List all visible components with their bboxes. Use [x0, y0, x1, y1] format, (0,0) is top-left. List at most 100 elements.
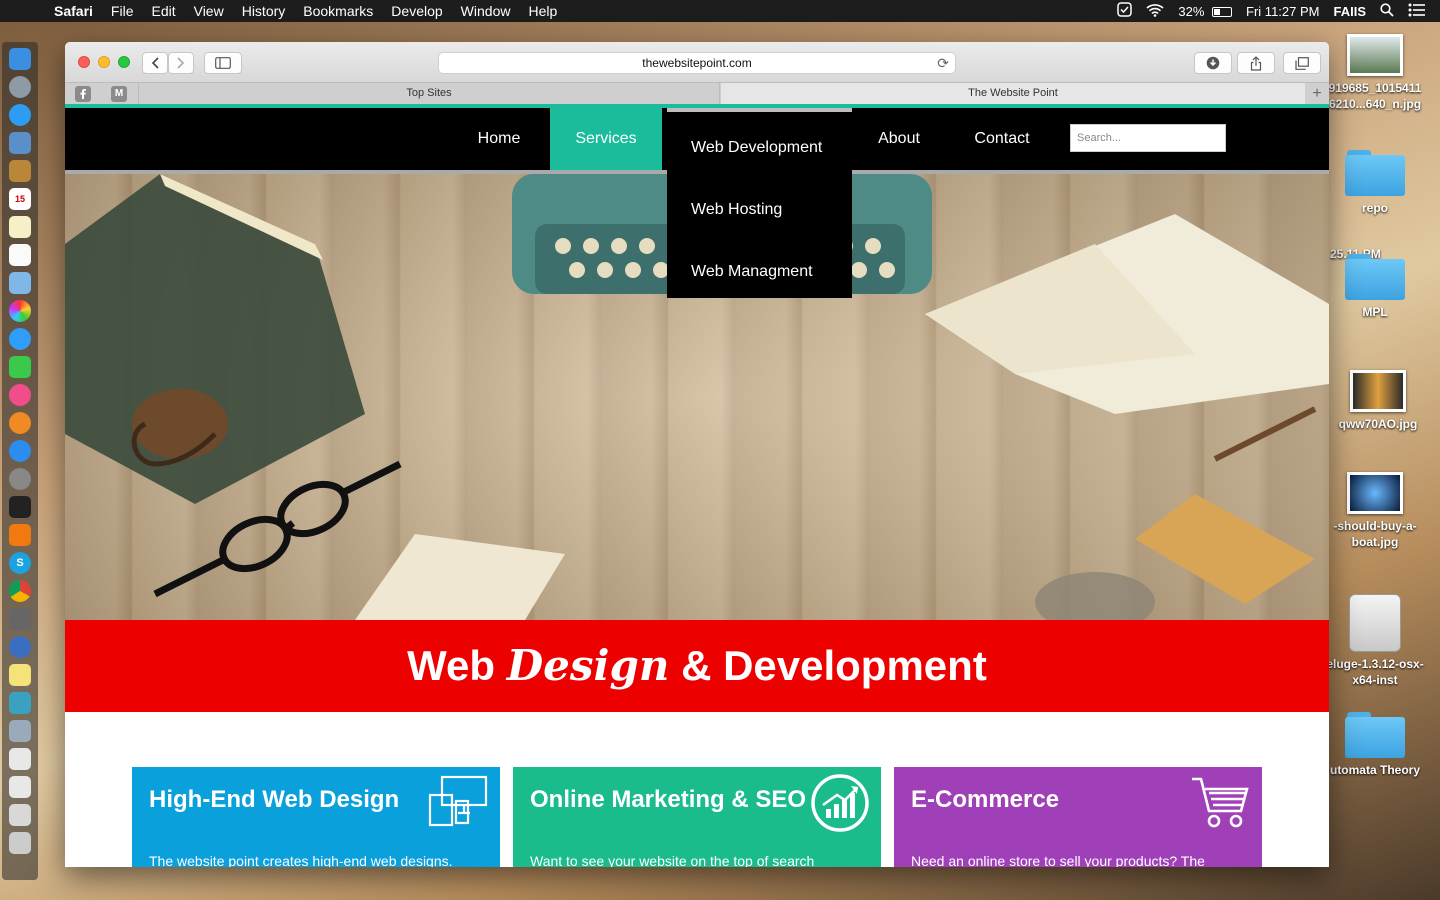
zoom-window-button[interactable]: [118, 56, 130, 68]
service-card-ecommerce[interactable]: E-Commerce Need an online store to sell …: [894, 767, 1262, 867]
desktop-item-label: MPL: [1362, 305, 1388, 319]
menu-user[interactable]: FAIIS: [1333, 4, 1366, 19]
dropdown-web-development[interactable]: Web Development: [691, 139, 822, 157]
menu-bookmarks[interactable]: Bookmarks: [294, 3, 382, 19]
stickies-icon[interactable]: [9, 664, 31, 686]
desktop-item-label: utomata Theory: [1329, 763, 1420, 777]
desktop-item-image-2[interactable]: qww70AO.jpg: [1323, 370, 1433, 432]
menu-help[interactable]: Help: [519, 3, 566, 19]
network-app-icon[interactable]: [9, 692, 31, 714]
downloads-button[interactable]: [1194, 52, 1232, 74]
forward-button[interactable]: [168, 52, 194, 74]
menu-history[interactable]: History: [233, 3, 295, 19]
terminal-icon[interactable]: [9, 496, 31, 518]
tab-top-sites[interactable]: Top Sites: [138, 83, 720, 104]
show-tabs-button[interactable]: [1283, 52, 1321, 74]
water-drop-app-icon[interactable]: [9, 636, 31, 658]
menu-view[interactable]: View: [185, 3, 233, 19]
menu-file[interactable]: File: [102, 3, 143, 19]
folder-icon: [1345, 150, 1405, 196]
tab-label: The Website Point: [968, 87, 1058, 99]
menu-develop[interactable]: Develop: [382, 3, 451, 19]
new-tab-button[interactable]: +: [1305, 83, 1329, 104]
sidebar-icon: [215, 57, 231, 69]
chevron-right-icon: [177, 57, 185, 69]
preview-icon[interactable]: [9, 132, 31, 154]
menu-window[interactable]: Window: [452, 3, 520, 19]
battery-status[interactable]: 32%: [1178, 4, 1233, 19]
desktop-item-label: repo: [1361, 201, 1388, 215]
image-thumbnail: [1347, 34, 1403, 76]
card-description: Want to see your website on the top of s…: [530, 853, 815, 867]
safari-icon[interactable]: [9, 104, 31, 126]
menu-clock[interactable]: Fri 11:27 PM: [1246, 4, 1319, 19]
url-text: thewebsitepoint.com: [642, 56, 752, 70]
nav-about[interactable]: About: [855, 108, 943, 170]
service-card-marketing-seo[interactable]: Online Marketing & SEO Want to see your …: [513, 767, 881, 867]
task-check-icon[interactable]: [1117, 2, 1133, 20]
close-window-button[interactable]: [78, 56, 90, 68]
nav-home[interactable]: Home: [455, 108, 543, 170]
desktop-folder-mpl[interactable]: MPL: [1320, 254, 1430, 320]
facetime-icon[interactable]: [9, 356, 31, 378]
system-preferences-icon[interactable]: [9, 468, 31, 490]
trash-icon[interactable]: [9, 832, 31, 854]
sidebar-toggle-button[interactable]: [204, 52, 242, 74]
minimize-window-button[interactable]: [98, 56, 110, 68]
reload-icon[interactable]: ⟳: [937, 53, 949, 73]
dock: 15 S: [2, 42, 38, 880]
back-button[interactable]: [142, 52, 168, 74]
site-search-input[interactable]: [1070, 124, 1226, 152]
calendar-icon[interactable]: 15: [9, 188, 31, 210]
wifi-icon[interactable]: [1146, 3, 1164, 20]
nav-contact[interactable]: Contact: [955, 108, 1049, 170]
image-capture-icon[interactable]: [9, 720, 31, 742]
card-title: Online Marketing & SEO: [530, 786, 807, 813]
dropdown-web-management[interactable]: Web Managment: [691, 263, 813, 281]
pinned-tab-gmail[interactable]: M: [111, 86, 127, 102]
desktop-item-image-1[interactable]: 919685_1015411 6210...640_n.jpg: [1320, 34, 1430, 112]
photos-icon[interactable]: [9, 300, 31, 322]
reminders-icon[interactable]: [9, 244, 31, 266]
maps-icon[interactable]: [9, 272, 31, 294]
finder-icon[interactable]: [9, 48, 31, 70]
notes-icon[interactable]: [9, 216, 31, 238]
safari-window: thewebsitepoint.com ⟳ M Top Sites The We…: [65, 42, 1329, 867]
sublime-text-icon[interactable]: [9, 608, 31, 630]
desktop-folder-automata[interactable]: utomata Theory: [1320, 712, 1430, 778]
desktop-folder-repo[interactable]: repo: [1320, 150, 1430, 216]
desktop-item-image-3[interactable]: -should-buy-a-boat.jpg: [1320, 472, 1430, 550]
share-button[interactable]: [1237, 52, 1275, 74]
service-card-web-design[interactable]: High-End Web Design The website point cr…: [132, 767, 500, 867]
downloads-stack-icon[interactable]: [9, 804, 31, 826]
pinned-tab-facebook[interactable]: [75, 86, 91, 102]
tab-the-website-point[interactable]: The Website Point: [721, 83, 1305, 104]
skype-icon[interactable]: S: [9, 552, 31, 574]
nav-services[interactable]: Services: [550, 108, 662, 170]
menu-app-name[interactable]: Safari: [54, 3, 102, 19]
spreadsheet-file-icon[interactable]: [9, 776, 31, 798]
contacts-icon[interactable]: [9, 160, 31, 182]
desktop-drive-installer[interactable]: eluge-1.3.12-osx-x64-inst: [1320, 594, 1430, 688]
browser-toolbar: thewebsitepoint.com ⟳: [65, 42, 1329, 82]
vlc-icon[interactable]: [9, 524, 31, 546]
app-store-icon[interactable]: [9, 440, 31, 462]
shopping-cart-icon: [1192, 777, 1249, 828]
notification-center-icon[interactable]: [1408, 3, 1426, 20]
music-file-icon[interactable]: [9, 748, 31, 770]
chrome-icon[interactable]: [9, 580, 31, 602]
spotlight-search-icon[interactable]: [1380, 2, 1394, 20]
dropdown-web-hosting[interactable]: Web Hosting: [691, 201, 782, 219]
messages-icon[interactable]: [9, 328, 31, 350]
itunes-icon[interactable]: [9, 384, 31, 406]
image-thumbnail: [1347, 472, 1403, 514]
desktop-item-label: 919685_1015411 6210...640_n.jpg: [1328, 81, 1422, 111]
folder-icon: [1345, 254, 1405, 300]
menu-edit[interactable]: Edit: [142, 3, 184, 19]
launchpad-icon[interactable]: [9, 76, 31, 98]
card-description: The website point creates high-end web d…: [149, 853, 453, 867]
ibooks-icon[interactable]: [9, 412, 31, 434]
web-page: Home Services About Contact Web Developm…: [65, 104, 1329, 867]
download-icon: [1206, 56, 1220, 70]
address-bar[interactable]: thewebsitepoint.com ⟳: [438, 52, 956, 74]
